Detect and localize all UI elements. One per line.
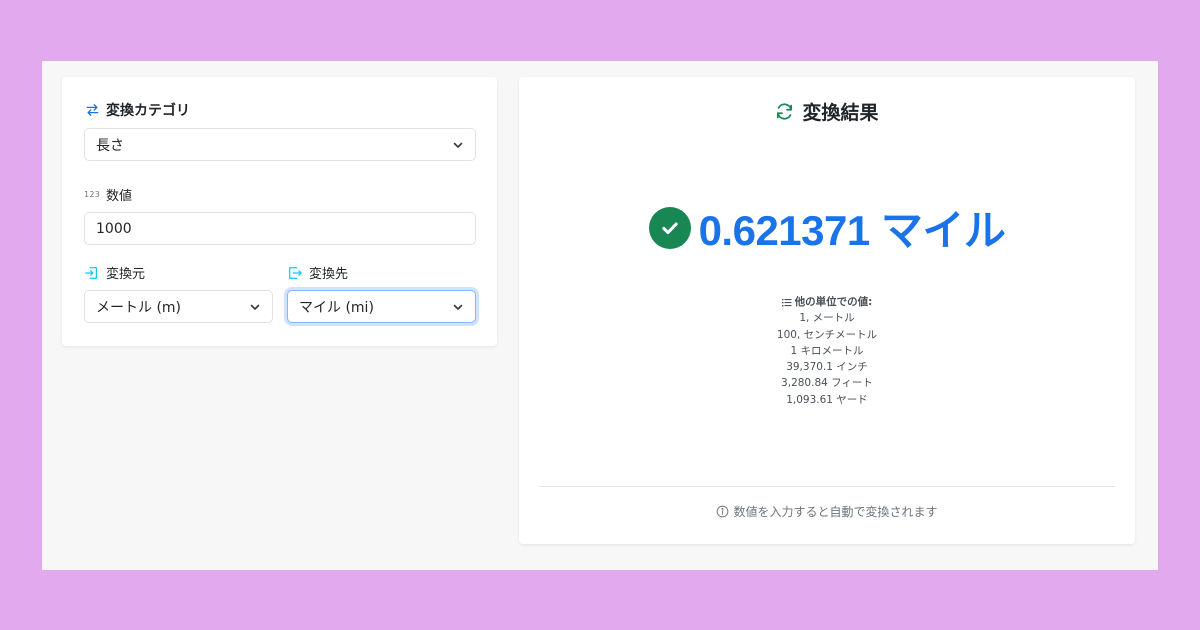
chevron-down-icon [453,142,463,148]
box-arrow-in-icon [84,265,100,281]
converter-form-card: 変換カテゴリ 長さ 123 数値 1000 変換元 メートル (m) 変換先 マ… [62,77,497,346]
123-icon: 123 [84,190,101,199]
result-title-row: 変換結果 [519,98,1135,125]
chevron-down-icon [453,304,463,310]
chevron-down-icon [250,304,260,310]
result-title: 変換結果 [802,102,879,124]
from-label-row: 変換元 [84,263,145,282]
number-label: 数値 [106,189,133,204]
number-input[interactable]: 1000 [84,212,476,245]
footer-note: 数値を入力すると自動で変換されます [733,505,938,519]
other-unit-item: 1,093.61 ヤード [786,393,868,406]
other-units-block: 他の単位での値: 1, メートル 100, センチメートル 1 キロメートル 3… [519,294,1135,408]
other-units-title-row: 他の単位での値: [519,294,1135,310]
other-unit-item: 1, メートル [799,312,855,325]
divider [539,486,1115,487]
box-arrow-out-icon [287,265,303,281]
footer-note-row: 数値を入力すると自動で変換されます [519,503,1135,520]
to-unit-select[interactable]: マイル (mi) [287,290,476,323]
number-input-value: 1000 [96,220,132,237]
to-unit-value: マイル (mi) [299,299,374,316]
other-unit-item: 1 キロメートル [790,344,864,357]
to-label: 変換先 [309,267,349,282]
from-unit-select[interactable]: メートル (m) [84,290,273,323]
other-unit-item: 3,280.84 フィート [781,377,873,390]
category-label: 変換カテゴリ [106,103,190,119]
arrow-repeat-icon [775,102,794,121]
from-unit-value: メートル (m) [96,299,182,316]
number-label-row: 123 数値 [84,185,132,204]
other-unit-item: 39,370.1 インチ [786,361,868,374]
from-label: 変換元 [106,267,146,282]
arrows-exchange-icon [84,102,100,118]
other-unit-item: 100, センチメートル [776,328,878,341]
result-main: 0.621371 マイル [519,197,1135,258]
app-frame: 変換カテゴリ 長さ 123 数値 1000 変換元 メートル (m) 変換先 マ… [42,61,1158,570]
category-select[interactable]: 長さ [84,128,476,161]
check-circle-icon [648,206,691,249]
to-label-row: 変換先 [287,263,348,282]
category-label-row: 変換カテゴリ [84,100,190,120]
info-circle-icon [716,505,729,518]
category-select-value: 長さ [96,137,124,154]
result-card: 変換結果 0.621371 マイル 他の単位での値: 1, メートル 100, … [519,77,1135,544]
result-value: 0.621371 マイル [698,207,1006,254]
list-icon [781,298,792,307]
other-units-title: 他の単位での値: [794,296,873,308]
